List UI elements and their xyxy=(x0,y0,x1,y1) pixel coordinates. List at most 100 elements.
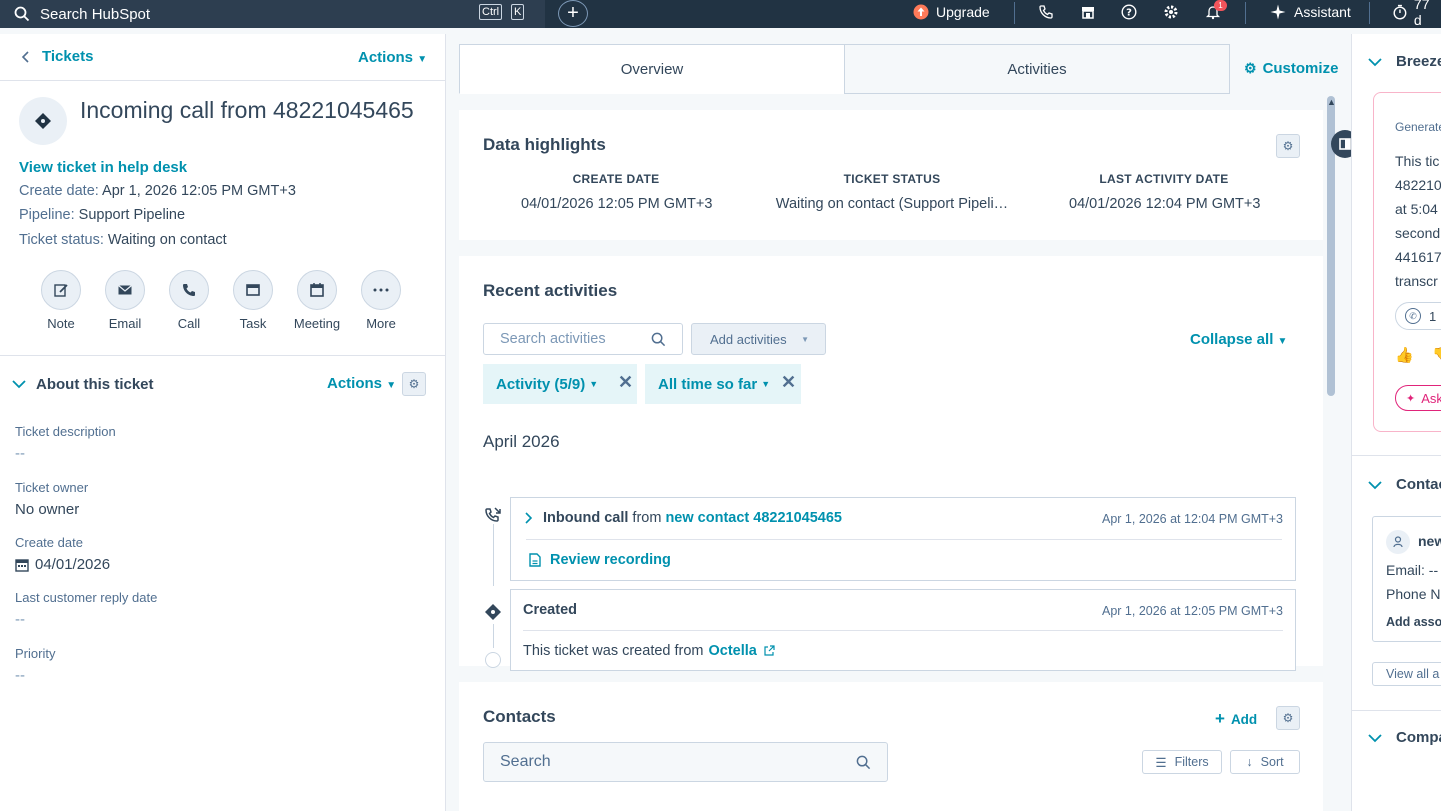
call-contact-link[interactable]: new contact 48221045465 xyxy=(665,510,842,526)
task-action-label: Task xyxy=(239,316,267,331)
ticket-title[interactable]: Incoming call from 48221045465 xyxy=(80,97,420,124)
calling-icon[interactable] xyxy=(1038,0,1054,24)
companies-section-header[interactable]: Compa xyxy=(1368,729,1441,746)
record-actions-dropdown[interactable]: Actions ▼ xyxy=(358,49,427,66)
ellipsis-icon xyxy=(361,270,401,310)
contact-name-link[interactable]: new xyxy=(1418,533,1441,549)
highlight-value[interactable]: Waiting on contact (Support Pipeli… xyxy=(767,196,1017,212)
contacts-settings-gear-icon[interactable]: ⚙ xyxy=(1276,706,1300,730)
generated-label: Generate xyxy=(1395,120,1441,134)
note-action-button[interactable]: Note xyxy=(31,270,91,331)
created-activity-body: This ticket was created from Octella xyxy=(523,643,775,659)
divider xyxy=(1352,455,1441,456)
review-recording-link[interactable]: Review recording xyxy=(529,552,671,568)
sort-label: Sort xyxy=(1260,755,1284,769)
assistant-button[interactable]: Assistant xyxy=(1270,0,1351,24)
activity-filter-chip[interactable]: Activity (5/9) ▼ ✕ xyxy=(483,364,637,404)
created-source-link[interactable]: Octella xyxy=(709,643,757,659)
breeze-section-title: Breeze xyxy=(1396,53,1441,70)
more-action-label: More xyxy=(366,316,396,331)
create-date-field[interactable]: 04/01/2026 xyxy=(15,556,110,573)
ticket-description-value[interactable]: -- xyxy=(15,445,25,462)
scroll-up-arrow-icon[interactable]: ▲ xyxy=(1327,97,1336,107)
svg-text:?: ? xyxy=(1126,8,1132,19)
trial-days-label: 77 d xyxy=(1413,0,1430,28)
marketplace-icon[interactable] xyxy=(1080,0,1096,24)
caret-down-icon: ▼ xyxy=(417,54,428,65)
trial-timer[interactable]: 77 d xyxy=(1392,0,1441,28)
priority-value[interactable]: -- xyxy=(15,667,25,684)
search-icon xyxy=(856,755,871,770)
ticket-icon xyxy=(35,113,51,129)
upgrade-button[interactable]: Upgrade xyxy=(913,0,990,24)
create-date-value: 04/01/2026 xyxy=(35,556,111,573)
view-in-help-desk-link[interactable]: View ticket in help desk xyxy=(19,159,187,176)
created-activity-timestamp: Apr 1, 2026 at 12:05 PM GMT+3 xyxy=(1102,604,1283,618)
call-action-button[interactable]: Call xyxy=(159,270,219,331)
task-action-button[interactable]: Task xyxy=(223,270,283,331)
caret-down-icon: ▼ xyxy=(761,379,771,389)
summary-line: 441617 xyxy=(1395,249,1441,265)
more-action-button[interactable]: More xyxy=(351,270,411,331)
source-reference-pill[interactable]: ✆ 1 xyxy=(1395,302,1441,330)
search-icon xyxy=(651,332,666,347)
chevron-right-icon[interactable] xyxy=(524,512,532,524)
help-icon[interactable]: ? xyxy=(1121,0,1137,24)
data-highlights-title: Data highlights xyxy=(483,135,606,154)
ticket-owner-value[interactable]: No owner xyxy=(15,501,79,518)
document-icon xyxy=(529,553,541,567)
about-actions-label: Actions xyxy=(327,375,383,392)
back-to-tickets-link[interactable]: Tickets xyxy=(20,48,93,65)
external-link-icon[interactable] xyxy=(763,645,775,657)
create-new-button[interactable]: + xyxy=(558,0,588,27)
contacts-section-header[interactable]: Contac xyxy=(1368,476,1441,493)
collapse-all-button[interactable]: Collapse all ▼ xyxy=(1190,331,1287,348)
assistant-label: Assistant xyxy=(1294,4,1351,20)
ask-breeze-button[interactable]: ✦ Ask xyxy=(1395,385,1441,411)
filters-button[interactable]: ☰ Filters xyxy=(1142,750,1222,774)
search-activities-input[interactable]: Search activities xyxy=(483,323,683,355)
remove-filter-close-icon[interactable]: ✕ xyxy=(618,372,633,393)
add-contact-button[interactable]: + Add xyxy=(1215,709,1257,729)
contact-email: Email: -- xyxy=(1386,562,1439,578)
view-all-associations-button[interactable]: View all a xyxy=(1372,662,1441,686)
highlights-settings-gear-icon[interactable]: ⚙ xyxy=(1276,134,1300,158)
breeze-section-header[interactable]: Breeze xyxy=(1368,53,1441,70)
time-filter-chip[interactable]: All time so far ▼ ✕ xyxy=(645,364,801,404)
source-reference-count: 1 xyxy=(1429,308,1437,324)
highlight-header: CREATE DATE xyxy=(572,172,660,186)
remove-filter-close-icon[interactable]: ✕ xyxy=(781,372,796,393)
customize-button[interactable]: ⚙ Customize xyxy=(1244,60,1338,77)
divider xyxy=(0,80,446,81)
meeting-action-button[interactable]: Meeting xyxy=(287,270,347,331)
thumbs-down-icon[interactable]: 👎 xyxy=(1432,346,1441,364)
created-activity-card: Created Apr 1, 2026 at 12:05 PM GMT+3 Th… xyxy=(510,589,1296,671)
about-settings-gear-icon[interactable]: ⚙ xyxy=(402,372,426,396)
thumbs-up-icon[interactable]: 👍 xyxy=(1395,346,1414,364)
highlight-value: 04/01/2026 12:04 PM GMT+3 xyxy=(1069,196,1261,212)
top-navigation-bar: Search HubSpot Ctrl K + Upgrade ? 1 Assi… xyxy=(0,0,1441,28)
call-activity-timestamp: Apr 1, 2026 at 12:04 PM GMT+3 xyxy=(1102,512,1283,526)
create-date-summary: Create date: Apr 1, 2026 12:05 PM GMT+3 xyxy=(19,183,296,199)
contact-avatar xyxy=(1386,530,1410,554)
tab-overview[interactable]: Overview xyxy=(459,44,845,94)
sort-button[interactable]: ↓ Sort xyxy=(1230,750,1300,774)
add-activities-dropdown[interactable]: Add activities ▼ xyxy=(691,323,826,355)
settings-gear-icon[interactable] xyxy=(1163,0,1179,24)
about-ticket-section-header[interactable]: About this ticket Actions ▼ ⚙ xyxy=(12,372,426,396)
sparkle-icon: ✦ xyxy=(1406,392,1416,405)
summary-line: at 5:04 xyxy=(1395,201,1438,217)
ticket-created-icon xyxy=(483,602,503,625)
contacts-search-input[interactable]: Search xyxy=(483,742,888,782)
last-reply-date-value[interactable]: -- xyxy=(15,611,25,628)
tab-activities[interactable]: Activities xyxy=(844,44,1230,94)
upgrade-arrow-icon xyxy=(913,4,929,20)
call-activity-card[interactable]: Inbound call from new contact 4822104546… xyxy=(510,497,1296,581)
about-actions-dropdown[interactable]: Actions ▼ xyxy=(327,375,396,392)
chevron-down-icon xyxy=(1368,480,1382,489)
upgrade-label: Upgrade xyxy=(936,4,990,20)
global-search-bar[interactable]: Search HubSpot Ctrl K xyxy=(0,0,545,28)
property-label: Priority xyxy=(15,646,56,661)
add-association-link[interactable]: Add asso xyxy=(1386,615,1441,629)
email-action-button[interactable]: Email xyxy=(95,270,155,331)
